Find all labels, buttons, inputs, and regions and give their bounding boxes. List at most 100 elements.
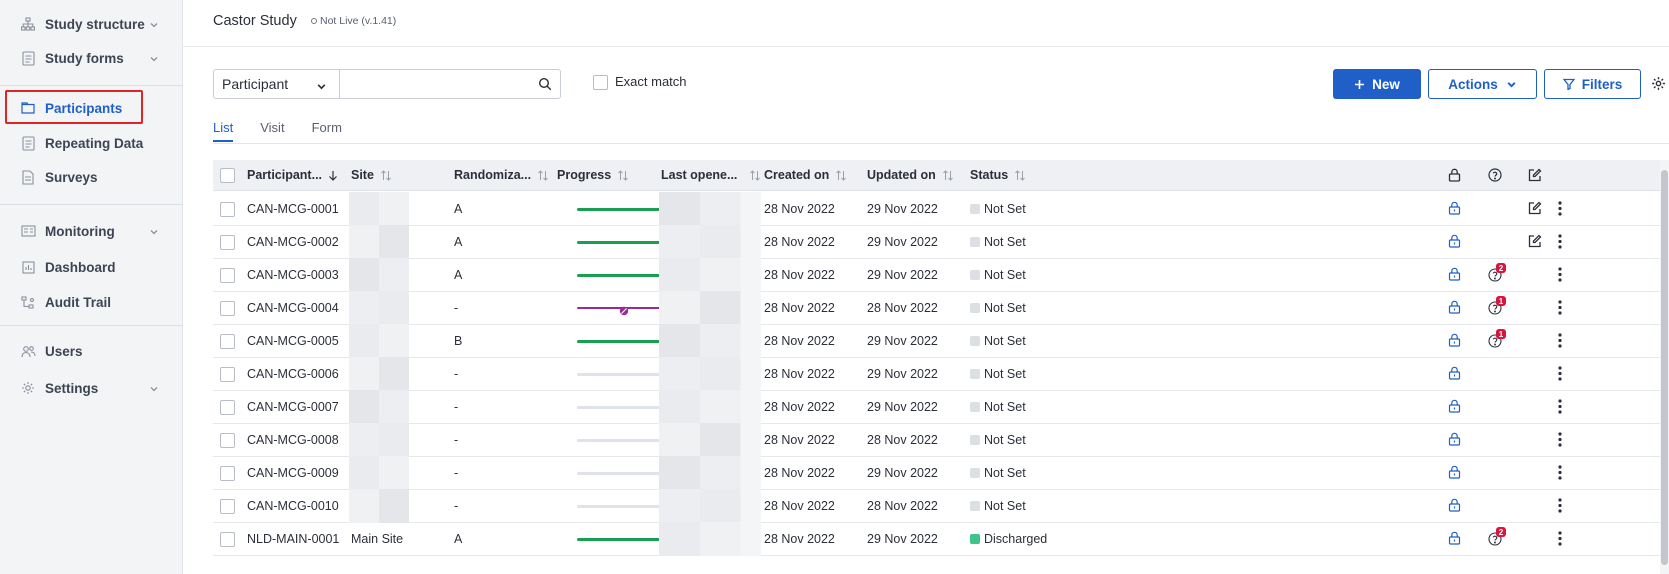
- unlock-icon[interactable]: [1448, 300, 1461, 319]
- sidebar-item-study-forms[interactable]: Study forms: [0, 41, 183, 75]
- participant-id[interactable]: CAN-MCG-0010: [247, 499, 339, 513]
- column-header-status[interactable]: Status: [970, 168, 1026, 182]
- column-header-created-on[interactable]: Created on: [764, 168, 847, 182]
- sidebar-item-settings[interactable]: Settings: [0, 371, 183, 405]
- more-options-icon[interactable]: [1558, 300, 1562, 320]
- row-checkbox[interactable]: [220, 202, 235, 217]
- unlock-icon[interactable]: [1448, 531, 1461, 550]
- created-date: 28 Nov 2022: [764, 532, 835, 546]
- unlock-icon[interactable]: [1448, 498, 1461, 517]
- tab-form[interactable]: Form: [312, 120, 342, 142]
- table-row[interactable]: CAN-MCG-0004 - 28 Nov 2022 28 Nov 2022 Not S…: [213, 291, 1669, 325]
- column-header-site[interactable]: Site: [351, 168, 392, 182]
- sidebar-divider: [0, 85, 183, 86]
- table-row[interactable]: CAN-MCG-0008 - 28 Nov 2022 28 Nov 2022 Not S…: [213, 423, 1669, 457]
- scrollbar-thumb[interactable]: [1661, 170, 1668, 565]
- participant-id[interactable]: CAN-MCG-0005: [247, 334, 339, 348]
- participant-id[interactable]: CAN-MCG-0008: [247, 433, 339, 447]
- sidebar-item-monitoring[interactable]: Monitoring: [0, 214, 183, 248]
- unlock-icon[interactable]: [1448, 399, 1461, 418]
- more-options-icon[interactable]: [1558, 432, 1562, 452]
- unlock-icon[interactable]: [1448, 432, 1461, 451]
- search-input[interactable]: [340, 70, 530, 98]
- participant-id[interactable]: CAN-MCG-0003: [247, 268, 339, 282]
- table-row[interactable]: NLD-MAIN-0001 Main Site A 28 Nov 2022 29 Nov…: [213, 522, 1669, 556]
- more-options-icon[interactable]: [1558, 531, 1562, 551]
- exact-match-checkbox[interactable]: [593, 75, 608, 90]
- document-icon: [19, 168, 37, 186]
- table-row[interactable]: CAN-MCG-0007 - 28 Nov 2022 29 Nov 2022 Not S…: [213, 390, 1669, 424]
- participant-id[interactable]: CAN-MCG-0007: [247, 400, 339, 414]
- status-badge: Not Set: [970, 202, 1026, 216]
- participant-id[interactable]: CAN-MCG-0001: [247, 202, 339, 216]
- table-row[interactable]: CAN-MCG-0006 - 28 Nov 2022 29 Nov 2022 Not S…: [213, 357, 1669, 391]
- more-options-icon[interactable]: [1558, 333, 1562, 353]
- participant-id[interactable]: NLD-MAIN-0001: [247, 532, 339, 546]
- row-checkbox[interactable]: [220, 532, 235, 547]
- row-checkbox[interactable]: [220, 235, 235, 250]
- sidebar-item-dashboard[interactable]: Dashboard: [0, 250, 183, 284]
- unlock-icon[interactable]: [1448, 333, 1461, 352]
- unlock-icon[interactable]: [1448, 366, 1461, 385]
- table-row[interactable]: CAN-MCG-0009 - 28 Nov 2022 29 Nov 2022 Not S…: [213, 456, 1669, 490]
- unlock-icon[interactable]: [1448, 465, 1461, 484]
- settings-icon[interactable]: [1651, 76, 1666, 96]
- row-checkbox[interactable]: [220, 499, 235, 514]
- sidebar-item-label: Repeating Data: [45, 135, 144, 151]
- select-all-checkbox[interactable]: [220, 168, 235, 183]
- status-badge: Not Set: [970, 433, 1026, 447]
- table-row[interactable]: CAN-MCG-0002 A 28 Nov 2022 29 Nov 2022 Not S…: [213, 225, 1669, 259]
- sidebar-item-users[interactable]: Users: [0, 334, 183, 368]
- sidebar-item-study-structure[interactable]: Study structure: [0, 7, 183, 41]
- column-header-last-opened[interactable]: Last opene...: [661, 168, 761, 182]
- column-header-participant[interactable]: Participant...: [247, 168, 338, 182]
- updated-date: 28 Nov 2022: [867, 433, 938, 447]
- more-options-icon[interactable]: [1558, 234, 1562, 254]
- row-checkbox[interactable]: [220, 433, 235, 448]
- more-options-icon[interactable]: [1558, 399, 1562, 419]
- participant-id[interactable]: CAN-MCG-0004: [247, 301, 339, 315]
- more-options-icon[interactable]: [1558, 465, 1562, 485]
- row-checkbox[interactable]: [220, 466, 235, 481]
- tab-visit[interactable]: Visit: [260, 120, 284, 142]
- tab-list[interactable]: List: [213, 120, 234, 142]
- more-options-icon[interactable]: [1558, 267, 1562, 287]
- row-checkbox[interactable]: [220, 301, 235, 316]
- participant-id[interactable]: CAN-MCG-0009: [247, 466, 339, 480]
- row-checkbox[interactable]: [220, 400, 235, 415]
- sidebar-item-participants[interactable]: Participants: [0, 91, 183, 125]
- new-button[interactable]: New: [1333, 69, 1421, 99]
- unlock-icon[interactable]: [1448, 234, 1461, 253]
- search-icon[interactable]: [538, 77, 552, 96]
- table-row[interactable]: CAN-MCG-0010 - 28 Nov 2022 28 Nov 2022 Not S…: [213, 489, 1669, 523]
- sidebar-item-audit-trail[interactable]: Audit Trail: [0, 285, 183, 319]
- column-header-updated-on[interactable]: Updated on: [867, 168, 954, 182]
- sidebar-item-repeating-data[interactable]: Repeating Data: [0, 126, 183, 160]
- search-field-select[interactable]: Participant: [213, 69, 340, 99]
- view-tabs: List Visit Form: [213, 120, 369, 142]
- form-icon: [19, 134, 37, 152]
- unlock-icon[interactable]: [1448, 267, 1461, 286]
- more-options-icon[interactable]: [1558, 498, 1562, 518]
- sidebar-item-surveys[interactable]: Surveys: [0, 160, 183, 194]
- more-options-icon[interactable]: [1558, 201, 1562, 221]
- unlock-icon[interactable]: [1448, 201, 1461, 220]
- table-row[interactable]: CAN-MCG-0005 B 28 Nov 2022 29 Nov 2022 Not S…: [213, 324, 1669, 358]
- participant-id[interactable]: CAN-MCG-0002: [247, 235, 339, 249]
- participant-id[interactable]: CAN-MCG-0006: [247, 367, 339, 381]
- edit-icon: [1528, 168, 1542, 187]
- row-checkbox[interactable]: [220, 367, 235, 382]
- row-checkbox[interactable]: [220, 334, 235, 349]
- table-row[interactable]: CAN-MCG-0003 A 28 Nov 2022 29 Nov 2022 Not S…: [213, 258, 1669, 292]
- actions-button[interactable]: Actions: [1428, 69, 1537, 99]
- row-checkbox[interactable]: [220, 268, 235, 283]
- edit-icon[interactable]: [1528, 201, 1542, 220]
- filters-button[interactable]: Filters: [1544, 69, 1641, 99]
- edit-icon[interactable]: [1528, 234, 1542, 253]
- column-header-randomization[interactable]: Randomiza...: [454, 168, 549, 182]
- status-badge: Not Set: [970, 367, 1026, 381]
- more-options-icon[interactable]: [1558, 366, 1562, 386]
- sidebar-item-label: Participants: [45, 100, 123, 116]
- table-row[interactable]: CAN-MCG-0001 A 28 Nov 2022 29 Nov 2022 Not S…: [213, 192, 1669, 226]
- column-header-progress[interactable]: Progress: [557, 168, 629, 182]
